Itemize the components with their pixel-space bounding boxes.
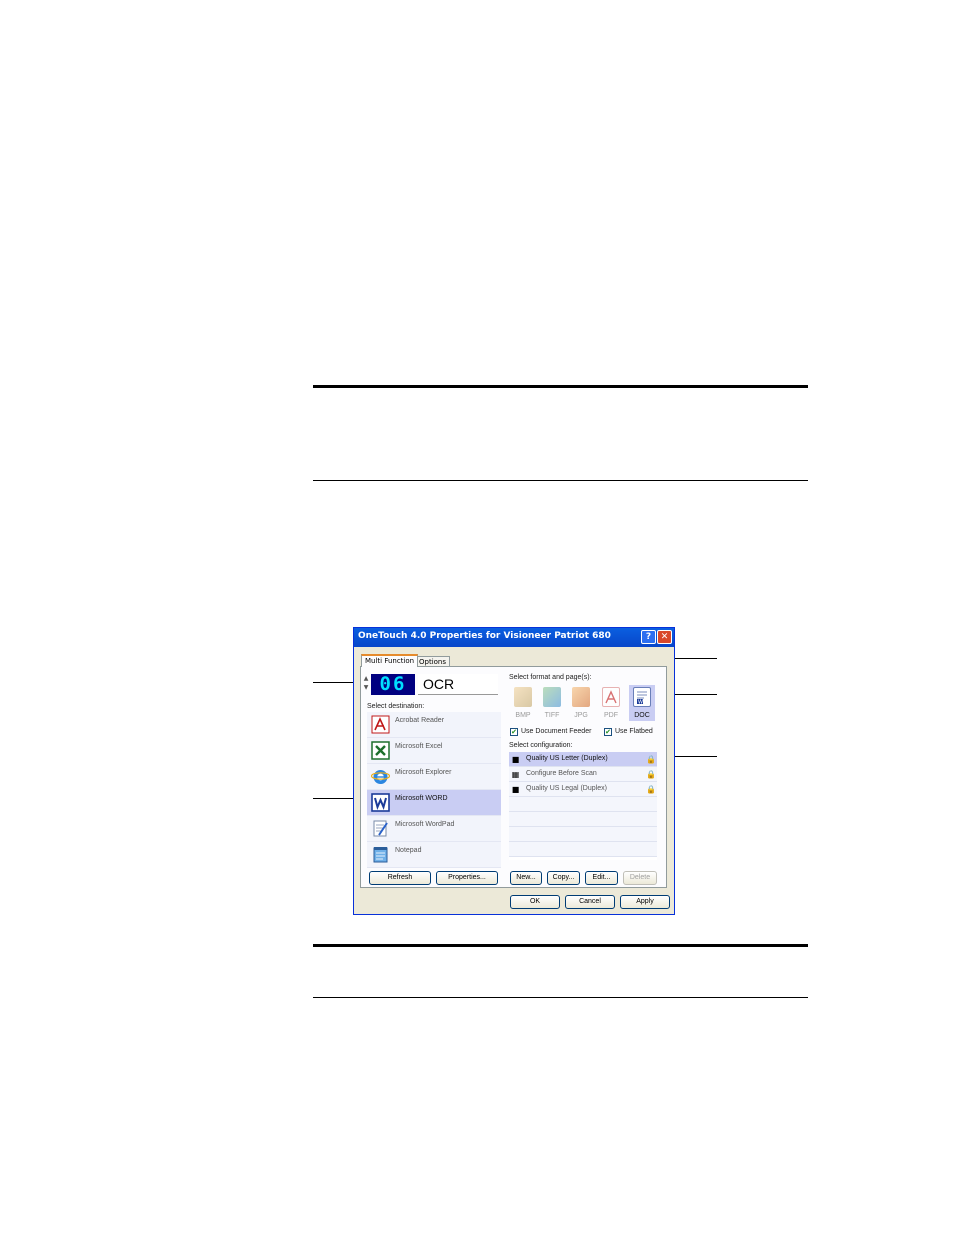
spin-down-icon[interactable]: ▼	[364, 684, 369, 691]
list-item[interactable]: ■ Quality US Letter (Duplex) 🔒	[509, 752, 657, 767]
select-configuration-label: Select configuration:	[509, 742, 573, 749]
scanner-config-icon: ■	[511, 785, 520, 794]
list-item	[509, 797, 657, 812]
refresh-button[interactable]: Refresh	[369, 871, 431, 885]
title-bar[interactable]: OneTouch 4.0 Properties for Visioneer Pa…	[354, 628, 674, 647]
format-doc[interactable]: W DOC	[629, 685, 655, 721]
top-rule-thin	[313, 480, 808, 481]
list-item	[509, 842, 657, 857]
configuration-label: Quality US Legal (Duplex)	[526, 785, 607, 792]
edit-button[interactable]: Edit...	[585, 871, 618, 885]
format-label: PDF	[604, 712, 618, 719]
list-item	[509, 812, 657, 827]
bottom-rule-thick	[313, 944, 808, 947]
list-item[interactable]: Acrobat Reader	[367, 712, 501, 738]
word-icon	[371, 793, 390, 812]
jpg-format-icon	[572, 687, 590, 707]
lock-icon: 🔒	[646, 785, 656, 794]
format-tiff[interactable]: TIFF	[539, 685, 565, 721]
button-spin-control[interactable]: ▲ ▼	[363, 674, 369, 694]
format-jpg[interactable]: JPG	[568, 685, 594, 721]
select-destination-label: Select destination:	[367, 703, 425, 710]
internet-explorer-icon	[370, 767, 391, 786]
configuration-label: Quality US Letter (Duplex)	[526, 755, 608, 762]
list-item	[509, 827, 657, 842]
tiff-format-icon	[543, 687, 561, 707]
top-rule-thick	[313, 385, 808, 388]
wordpad-icon	[371, 819, 390, 838]
list-item[interactable]: Notepad	[367, 842, 501, 868]
close-button[interactable]: ✕	[657, 630, 672, 644]
use-document-feeder-label: Use Document Feeder	[521, 728, 592, 735]
list-item[interactable]: Microsoft Explorer	[367, 764, 501, 790]
format-label: TIFF	[544, 712, 560, 719]
destination-label: Notepad	[395, 847, 422, 854]
scanner-config-icon: ■	[511, 755, 520, 764]
destination-label: Microsoft WORD	[395, 795, 448, 802]
select-format-label: Select format and page(s):	[509, 674, 592, 681]
pdf-format-icon	[602, 687, 620, 707]
format-pdf[interactable]: PDF	[598, 685, 624, 721]
list-item[interactable]: ■ Quality US Legal (Duplex) 🔒	[509, 782, 657, 797]
destination-list[interactable]: Acrobat Reader Microsoft Excel Microsoft…	[367, 712, 501, 868]
button-number-display: 06	[371, 674, 415, 695]
apply-button[interactable]: Apply	[620, 895, 670, 909]
destination-label: Acrobat Reader	[395, 717, 445, 724]
format-label: JPG	[574, 712, 588, 719]
use-document-feeder-checkbox[interactable]: ✔	[510, 728, 518, 736]
cancel-button[interactable]: Cancel	[565, 895, 615, 909]
lock-icon: 🔒	[646, 755, 656, 764]
configuration-list[interactable]: ■ Quality US Letter (Duplex) 🔒 ▦ Configu…	[509, 752, 657, 860]
format-bmp[interactable]: BMP	[510, 685, 536, 721]
list-item[interactable]: Microsoft WordPad	[367, 816, 501, 842]
tab-multi-function[interactable]: Multi Function	[361, 654, 419, 667]
format-label: BMP	[515, 712, 531, 719]
list-item[interactable]: ▦ Configure Before Scan 🔒	[509, 767, 657, 782]
list-item[interactable]: Microsoft WORD	[367, 790, 501, 816]
destination-label: Microsoft Excel	[395, 743, 443, 750]
lock-icon: 🔒	[646, 770, 656, 779]
bottom-rule-thin	[313, 997, 808, 998]
delete-button[interactable]: Delete	[623, 871, 657, 885]
properties-button[interactable]: Properties...	[436, 871, 498, 885]
doc-format-icon: W	[633, 687, 651, 707]
excel-icon	[371, 741, 390, 760]
use-flatbed-checkbox[interactable]: ✔	[604, 728, 612, 736]
configuration-label: Configure Before Scan	[526, 770, 597, 777]
svg-text:W: W	[638, 700, 643, 706]
function-name: OCR	[418, 674, 498, 695]
destination-label: Microsoft Explorer	[395, 769, 452, 776]
acrobat-reader-icon	[371, 715, 390, 734]
destination-label: Microsoft WordPad	[395, 821, 455, 828]
list-item[interactable]: Microsoft Excel	[367, 738, 501, 764]
help-button[interactable]: ?	[641, 630, 656, 644]
callout-line-format	[670, 694, 717, 695]
new-button[interactable]: New...	[510, 871, 542, 885]
notepad-icon	[371, 845, 390, 864]
use-flatbed-label: Use Flatbed	[615, 728, 653, 735]
onetouch-properties-dialog: OneTouch 4.0 Properties for Visioneer Pa…	[353, 627, 675, 915]
format-label: DOC	[634, 712, 650, 719]
configure-before-scan-icon: ▦	[511, 770, 520, 779]
bmp-format-icon	[514, 687, 532, 707]
ok-button[interactable]: OK	[510, 895, 560, 909]
spin-up-icon[interactable]: ▲	[364, 675, 369, 682]
copy-button[interactable]: Copy...	[547, 871, 580, 885]
window-title: OneTouch 4.0 Properties for Visioneer Pa…	[358, 631, 611, 641]
